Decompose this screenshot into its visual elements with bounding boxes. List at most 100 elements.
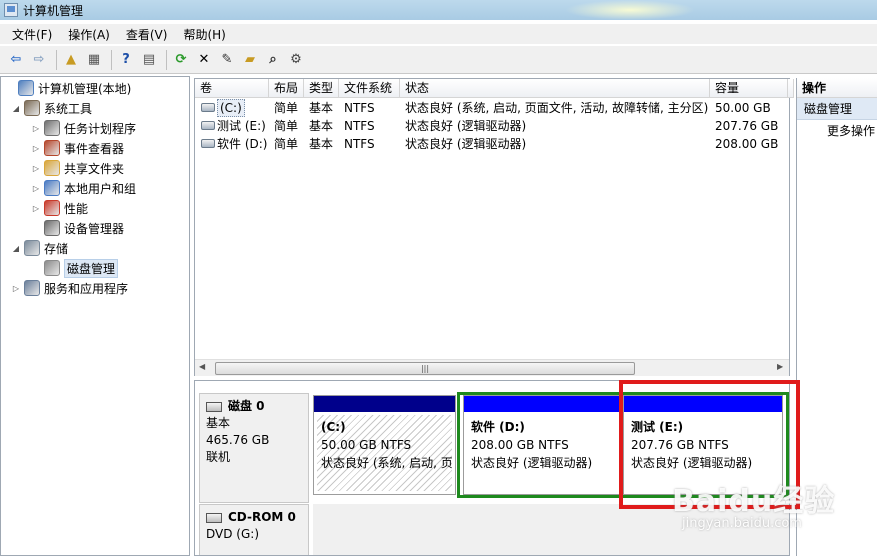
table-cell[interactable]: 软件 (D:) xyxy=(217,135,267,153)
column-header-2[interactable]: 类型 xyxy=(304,79,339,98)
table-cell: 50.00 GB xyxy=(715,101,771,115)
table-cell: NTFS xyxy=(344,101,375,115)
tree-item-label: 系统工具 xyxy=(44,101,93,116)
partition-bar xyxy=(464,396,622,412)
cdrom-icon xyxy=(206,512,222,523)
collapsed-arrow-icon[interactable]: ▷ xyxy=(31,124,41,133)
partition-size: 207.76 GB NTFS xyxy=(631,438,729,452)
tree-item-computer-management[interactable]: 计算机管理(本地) xyxy=(5,79,131,97)
tree-item-label: 设备管理器 xyxy=(64,221,125,236)
refresh-button[interactable]: ⟳ xyxy=(171,50,191,70)
column-header-5[interactable]: 容量 xyxy=(710,79,788,98)
tree-item-storage[interactable]: ◢ 存储 xyxy=(11,239,68,257)
partition-bar xyxy=(314,396,455,412)
tree-item-label: 服务和应用程序 xyxy=(44,281,129,296)
table-cell: 状态良好 (逻辑驱动器) xyxy=(405,119,527,133)
menu-bar: 文件(F) 操作(A) 查看(V) 帮助(H) xyxy=(0,24,877,44)
column-header-6[interactable] xyxy=(788,79,794,98)
toolbar: ⇦ ⇨ ▲ ▦? ▤ ⟳ ✕ ✎ ▰ ⌕ ⚙ xyxy=(0,46,877,74)
title-bar: 计算机管理 xyxy=(0,0,877,20)
disk-0-name-row: 磁盘 0 xyxy=(206,398,302,415)
settings-icon: ⚙ xyxy=(290,52,302,67)
collapsed-arrow-icon[interactable]: ▷ xyxy=(31,184,41,193)
actions-section-disk-management[interactable]: 磁盘管理 xyxy=(797,98,877,120)
help-icon: ? xyxy=(122,52,130,67)
properties-button[interactable]: ✎ xyxy=(217,50,237,70)
column-header-1[interactable]: 布局 xyxy=(269,79,304,98)
delete-button[interactable]: ✕ xyxy=(194,50,214,70)
show-hide-action-pane-button[interactable]: ▤ xyxy=(139,50,159,70)
search-button[interactable]: ⌕ xyxy=(263,50,283,70)
collapsed-arrow-icon[interactable]: ▷ xyxy=(31,164,41,173)
partition-c[interactable]: (C:) 50.00 GB NTFS 状态良好 (系统, 启动, 页 xyxy=(313,395,456,495)
table-cell: 状态良好 (逻辑驱动器) xyxy=(405,137,527,151)
tree-item-event-viewer[interactable]: ▷ 事件查看器 xyxy=(31,139,124,157)
tree-item-disk-management[interactable]: 磁盘管理 xyxy=(31,258,119,278)
horizontal-scrollbar[interactable]: ◀ ||| ▶ xyxy=(195,359,789,376)
disk-type: 基本 xyxy=(206,416,231,430)
scroll-left-icon[interactable]: ◀ xyxy=(199,362,205,371)
table-cell[interactable]: 测试 (E:) xyxy=(217,117,266,135)
partition-status: 状态良好 (逻辑驱动器) xyxy=(471,456,593,470)
up-folder-icon: ▲ xyxy=(66,52,76,67)
settings-button[interactable]: ⚙ xyxy=(286,50,306,70)
menu-view[interactable]: 查看(V) xyxy=(118,26,176,43)
table-cell: 207.76 GB xyxy=(715,119,779,133)
disk-0-label[interactable]: 磁盘 0 基本 465.76 GB 联机 xyxy=(199,393,309,503)
expanded-arrow-icon[interactable]: ◢ xyxy=(11,104,21,113)
tree-item-services[interactable]: ▷ 服务和应用程序 xyxy=(11,279,128,297)
cdrom-0-label[interactable]: CD-ROM 0 DVD (G:) xyxy=(199,504,309,555)
show-hide-tree-button[interactable]: ▦ xyxy=(84,50,104,70)
partition-status: 状态良好 (逻辑驱动器) xyxy=(631,456,753,470)
table-cell: 简单 xyxy=(274,101,299,115)
column-header-4[interactable]: 状态 xyxy=(400,79,710,98)
partition-d[interactable]: 软件 (D:) 208.00 GB NTFS 状态良好 (逻辑驱动器) xyxy=(463,395,623,495)
clock-icon xyxy=(44,120,60,136)
help-button[interactable]: ? xyxy=(116,50,136,70)
computer-management-icon xyxy=(18,80,34,96)
services-icon xyxy=(24,280,40,296)
partition-name: 测试 (E:) xyxy=(631,420,684,434)
more-actions-link[interactable]: 更多操作 xyxy=(797,120,877,142)
partition-body: (C:) 50.00 GB NTFS 状态良好 (系统, 启动, 页 xyxy=(317,415,452,491)
partition-e[interactable]: 测试 (E:) 207.76 GB NTFS 状态良好 (逻辑驱动器) xyxy=(623,395,783,495)
tree-item-system-tools[interactable]: ◢ 系统工具 xyxy=(11,99,92,117)
scrollbar-thumb[interactable]: ||| xyxy=(215,362,635,375)
table-cell: NTFS xyxy=(344,119,375,133)
search-icon: ⌕ xyxy=(269,52,277,67)
partition-body: 测试 (E:) 207.76 GB NTFS 状态良好 (逻辑驱动器) xyxy=(627,415,779,491)
column-header-3[interactable]: 文件系统 xyxy=(339,79,400,98)
table-cell: 208.00 GB xyxy=(715,137,779,151)
system-tools-icon xyxy=(24,100,40,116)
open-folder-button[interactable]: ▰ xyxy=(240,50,260,70)
disk-name: 磁盘 0 xyxy=(228,399,265,413)
actions-header: 操作 xyxy=(797,78,877,98)
forward-arrow-button[interactable]: ⇨ xyxy=(29,50,49,70)
collapsed-arrow-icon[interactable]: ▷ xyxy=(31,204,41,213)
tree-item-device-manager[interactable]: 设备管理器 xyxy=(31,219,124,237)
back-arrow-button[interactable]: ⇦ xyxy=(6,50,26,70)
column-header-0[interactable]: 卷 xyxy=(195,79,269,98)
tree-item-label: 事件查看器 xyxy=(64,141,125,156)
delete-icon: ✕ xyxy=(198,52,210,67)
menu-file[interactable]: 文件(F) xyxy=(4,26,60,43)
scroll-right-icon[interactable]: ▶ xyxy=(777,362,783,371)
expanded-arrow-icon[interactable]: ◢ xyxy=(11,244,21,253)
tree-item-users[interactable]: ▷ 本地用户和组 xyxy=(31,179,136,197)
cdrom-empty-area xyxy=(313,504,789,555)
table-cell: 简单 xyxy=(274,119,299,133)
menu-help[interactable]: 帮助(H) xyxy=(175,26,233,43)
window-title: 计算机管理 xyxy=(23,3,84,18)
tree-item-performance[interactable]: ▷ 性能 xyxy=(31,199,88,217)
collapsed-arrow-icon[interactable]: ▷ xyxy=(31,144,41,153)
open-folder-icon: ▰ xyxy=(245,52,255,67)
disk-status: 联机 xyxy=(206,450,231,464)
menu-action[interactable]: 操作(A) xyxy=(60,26,118,43)
collapsed-arrow-icon[interactable]: ▷ xyxy=(11,284,21,293)
device-manager-icon xyxy=(44,220,60,236)
up-folder-button[interactable]: ▲ xyxy=(61,50,81,70)
tree-item-shared-folder[interactable]: ▷ 共享文件夹 xyxy=(31,159,124,177)
tree-item-clock[interactable]: ▷ 任务计划程序 xyxy=(31,119,136,137)
volume-list: ◀ ||| ▶ 卷布局 类型 文件系统 状态 容量 (C:) 简单 基本 NTFS 状态良好 (系… xyxy=(194,78,794,376)
table-cell[interactable]: (C:) xyxy=(217,99,245,117)
